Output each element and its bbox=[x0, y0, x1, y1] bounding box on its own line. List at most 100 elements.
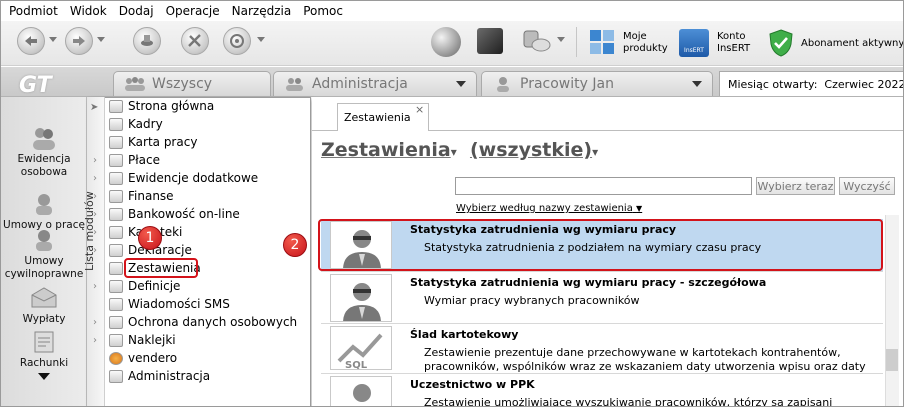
insert-badge-text: InsERT bbox=[684, 47, 704, 54]
my-products-label[interactable]: Moje produkty bbox=[623, 31, 668, 55]
definitions-icon bbox=[109, 279, 123, 293]
chevron-right-icon[interactable]: › bbox=[93, 173, 97, 184]
search-input[interactable] bbox=[455, 177, 752, 195]
sidebar-item-umowy-cywilnoprawne[interactable]: Umowy cywilnoprawne bbox=[1, 227, 87, 281]
administracja-dropdown-icon[interactable] bbox=[456, 81, 466, 87]
clear-button[interactable]: Wyczyść bbox=[839, 177, 895, 195]
globe-icon[interactable] bbox=[431, 27, 461, 57]
timesheet-icon bbox=[109, 135, 123, 149]
report-title: Uczestnictwo w PPK bbox=[410, 378, 535, 391]
help-icon[interactable] bbox=[223, 27, 251, 55]
people-icon bbox=[33, 128, 55, 150]
sidebar-item-wyplaty[interactable]: Wypłaty bbox=[1, 285, 87, 326]
cloud-dropdown-icon[interactable] bbox=[557, 37, 565, 42]
menu-narzedzia[interactable]: Narzędzia bbox=[232, 4, 292, 18]
insert-account-line1: Konto bbox=[717, 31, 746, 42]
open-month: Miesiąc otwarty: Czerwiec 2022 r. bbox=[719, 71, 903, 96]
chevron-right-icon[interactable]: › bbox=[93, 317, 97, 328]
module-label: Płace bbox=[128, 153, 160, 167]
menu-operacje[interactable]: Operacje bbox=[166, 4, 220, 18]
sms-icon bbox=[109, 297, 123, 311]
declarations-icon bbox=[109, 243, 123, 257]
choose-now-button[interactable]: Wybierz teraz bbox=[756, 177, 835, 195]
left-sidebar: Ewidencja osobowa Umowy o pracę Umowy cy… bbox=[1, 97, 87, 406]
pracowity-dropdown-icon[interactable] bbox=[692, 81, 702, 87]
highlight-report-row bbox=[318, 219, 883, 271]
vendero-icon bbox=[109, 351, 123, 365]
scrollbar-thumb[interactable] bbox=[886, 349, 898, 371]
sort-link[interactable]: Wybierz według nazwy zestawienia ▼ bbox=[456, 203, 642, 214]
payout-icon bbox=[31, 287, 57, 308]
chevron-right-icon[interactable]: › bbox=[93, 281, 97, 292]
module-strona-glowna[interactable]: Strona główna bbox=[109, 97, 214, 115]
heading-category[interactable]: Zestawienia bbox=[321, 139, 451, 161]
module-ewidencje-dodatkowe[interactable]: Ewidencje dodatkowe bbox=[109, 169, 258, 187]
module-label: Ewidencje dodatkowe bbox=[128, 171, 259, 185]
back-dropdown-icon[interactable] bbox=[49, 37, 57, 42]
shield-check-icon[interactable] bbox=[769, 29, 793, 57]
privacy-icon bbox=[109, 315, 123, 329]
sidebar-scroll-down-icon[interactable] bbox=[38, 373, 50, 380]
my-products-icon[interactable] bbox=[589, 29, 615, 55]
home-icon bbox=[109, 99, 123, 113]
bills-icon bbox=[34, 331, 54, 353]
pin-icon[interactable]: ➤ bbox=[90, 102, 98, 113]
admin-icon bbox=[109, 369, 123, 383]
tools-icon[interactable] bbox=[181, 27, 209, 55]
module-sms[interactable]: Wiadomości SMS bbox=[109, 295, 230, 313]
module-label: vendero bbox=[128, 351, 178, 365]
chevron-right-icon[interactable]: › bbox=[93, 335, 97, 346]
chevron-right-icon[interactable]: › bbox=[93, 209, 97, 220]
module-ochrona-danych[interactable]: Ochrona danych osobowych bbox=[109, 313, 297, 331]
menu-podmiot[interactable]: Podmiot bbox=[9, 4, 58, 18]
module-karta-pracy[interactable]: Karta pracy bbox=[109, 133, 197, 151]
forward-icon[interactable] bbox=[65, 27, 93, 55]
menu-widok[interactable]: Widok bbox=[70, 4, 107, 18]
chevron-down-icon[interactable]: ▾ bbox=[592, 145, 598, 159]
sidebar-item-umowy-o-prace[interactable]: Umowy o pracę bbox=[1, 191, 87, 232]
chevron-right-icon[interactable]: › bbox=[93, 245, 97, 256]
sidebar-item-rachunki[interactable]: Rachunki bbox=[1, 329, 87, 370]
module-place[interactable]: Płace bbox=[109, 151, 160, 169]
app-window: Podmiot Widok Dodaj Operacje Narzędzia P… bbox=[0, 0, 904, 407]
insert-account-icon[interactable]: InsERT bbox=[679, 29, 709, 57]
subscription-status[interactable]: Abonament aktywny bbox=[801, 38, 903, 50]
sidebar-item-ewidencja[interactable]: Ewidencja osobowa bbox=[1, 125, 87, 179]
help-dropdown-icon[interactable] bbox=[257, 37, 265, 42]
step-badge-2: 2 bbox=[283, 233, 307, 257]
report-row[interactable]: Uczestnictwo w PPK Zestawienie umożliwia… bbox=[321, 374, 883, 406]
close-icon[interactable]: × bbox=[415, 103, 424, 116]
tab-administracja[interactable]: Administracja bbox=[273, 71, 477, 96]
back-icon[interactable] bbox=[17, 27, 45, 55]
report-title: Ślad kartotekowy bbox=[410, 328, 519, 341]
chevron-right-icon[interactable]: › bbox=[93, 227, 97, 238]
module-bankowosc[interactable]: Bankowość on-line bbox=[109, 205, 240, 223]
insert-account-label[interactable]: Konto InsERT bbox=[717, 31, 750, 55]
report-row[interactable]: SQL Ślad kartotekowy Zestawienie prezent… bbox=[321, 324, 883, 373]
module-finanse[interactable]: Finanse bbox=[109, 187, 174, 205]
menu-pomoc[interactable]: Pomoc bbox=[303, 4, 343, 18]
tab-pracowity-jan[interactable]: Pracowity Jan bbox=[481, 71, 713, 96]
cloud-database-icon[interactable] bbox=[521, 29, 551, 53]
heading-filter[interactable]: (wszystkie) bbox=[470, 139, 592, 161]
module-label: Kadry bbox=[128, 117, 163, 131]
box-icon[interactable] bbox=[477, 28, 503, 54]
files-icon bbox=[109, 225, 123, 239]
chevron-down-icon[interactable]: ▾ bbox=[451, 145, 457, 159]
tab-wszyscy[interactable]: Wszyscy bbox=[113, 71, 271, 96]
module-kadry[interactable]: Kadry bbox=[109, 115, 163, 133]
toolbar: Moje produkty InsERT Konto InsERT Abonamen… bbox=[1, 21, 903, 66]
tab-wszyscy-label: Wszyscy bbox=[152, 76, 213, 92]
module-vendero[interactable]: vendero bbox=[109, 349, 177, 367]
module-naklejki[interactable]: Naklejki bbox=[109, 331, 176, 349]
module-administracja[interactable]: Administracja bbox=[109, 367, 210, 385]
report-description: Wymiar pracy wybranych pracowników bbox=[424, 294, 640, 307]
scrollbar[interactable] bbox=[885, 215, 899, 406]
menu-dodaj[interactable]: Dodaj bbox=[119, 4, 154, 18]
report-row[interactable]: Statystyka zatrudnienia wg wymiaru pracy… bbox=[321, 272, 883, 324]
module-definicje[interactable]: Definicje bbox=[109, 277, 180, 295]
archive-icon[interactable] bbox=[133, 27, 161, 55]
chevron-right-icon[interactable]: › bbox=[93, 155, 97, 166]
chevron-right-icon[interactable]: › bbox=[93, 191, 97, 202]
forward-dropdown-icon[interactable] bbox=[97, 37, 105, 42]
